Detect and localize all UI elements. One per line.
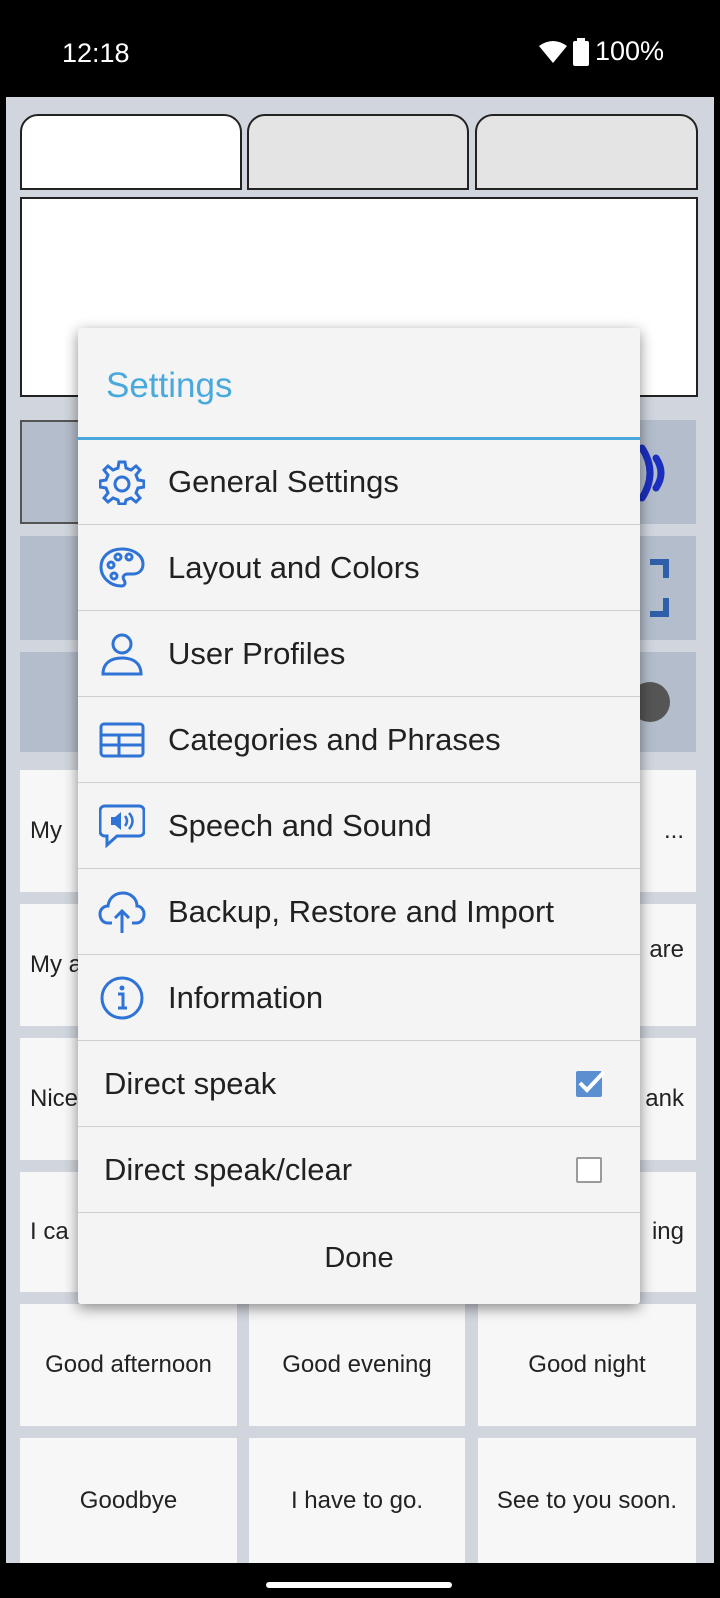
tab-3[interactable] [475, 114, 698, 190]
fullscreen-icon [650, 559, 669, 617]
table-icon [96, 714, 148, 766]
phrase-label: I ca [30, 1218, 69, 1245]
phrase-button[interactable]: I have to go. [249, 1438, 465, 1563]
battery-icon [572, 37, 589, 66]
direct-speak-clear-label: Direct speak/clear [104, 1152, 353, 1187]
menu-item-label: General Settings [168, 464, 399, 499]
status-right: 100% [538, 36, 664, 67]
palette-icon [96, 542, 148, 594]
menu-item-label: Information [168, 980, 324, 1015]
phrase-button[interactable]: Good night [478, 1304, 696, 1426]
menu-item-label: User Profiles [168, 636, 346, 671]
tab-1[interactable] [20, 114, 242, 190]
phrase-label: ing [651, 1218, 684, 1245]
battery-percent: 100% [594, 36, 664, 66]
menu-item-label: Layout and Colors [168, 550, 420, 585]
menu-item-speech-and-sound[interactable]: Speech and Sound [78, 784, 640, 869]
gear-icon [96, 456, 148, 508]
phrase-label: are [649, 936, 684, 963]
menu-item-label: Categories and Phrases [168, 722, 501, 757]
direct-speak-checkbox[interactable] [576, 1070, 606, 1097]
phrase-label: Nice [30, 1085, 79, 1112]
tab-2[interactable] [247, 114, 469, 190]
direct-speak-option[interactable]: Direct speak [78, 1042, 640, 1127]
phrase-label: Good afternoon [45, 1351, 212, 1378]
control-row-3-left[interactable] [20, 652, 80, 752]
phrase-label: Good night [528, 1351, 646, 1378]
phrase-label: My a [30, 951, 83, 978]
cloud-upload-icon [96, 886, 148, 938]
phrase-label: I have to go. [290, 1486, 424, 1514]
menu-item-categories-and-phrases[interactable]: Categories and Phrases [78, 698, 640, 783]
menu-item-user-profiles[interactable]: User Profiles [78, 612, 640, 697]
menu-item-information[interactable]: Information [78, 956, 640, 1041]
direct-speak-label: Direct speak [104, 1066, 277, 1101]
info-icon [96, 972, 148, 1024]
status-bar: 12:18 100% [0, 0, 720, 97]
fullscreen-button[interactable] [640, 536, 696, 640]
phrase-button[interactable]: Good afternoon [20, 1304, 237, 1426]
phrase-button[interactable]: See to you soon. [478, 1438, 696, 1563]
wifi-icon [538, 40, 567, 63]
speak-button[interactable] [638, 420, 696, 524]
phrase-label: Goodbye [79, 1486, 178, 1514]
menu-item-general-settings[interactable]: General Settings [78, 440, 640, 525]
settings-button[interactable] [640, 652, 696, 752]
gear-icon [640, 682, 670, 722]
done-button[interactable]: Done [78, 1212, 640, 1304]
status-time: 12:18 [62, 38, 130, 68]
control-row-2-left[interactable] [20, 536, 80, 640]
direct-speak-clear-checkbox[interactable] [576, 1157, 602, 1183]
phrase-label: My [30, 817, 62, 844]
navigation-bar [0, 1563, 720, 1598]
phrase-button[interactable]: Goodbye [20, 1438, 237, 1563]
phrase-label: See to you soon. [496, 1486, 678, 1514]
dialog-title: Settings [106, 366, 233, 405]
menu-item-label: Speech and Sound [168, 808, 432, 843]
speaker-waves-icon [638, 444, 665, 502]
phrase-button[interactable]: Good evening [249, 1304, 465, 1426]
phrase-label: ... [663, 817, 684, 844]
checkmark-icon [578, 1070, 606, 1093]
settings-dialog: Settings General Settings Layout and Col… [78, 328, 640, 1304]
speech-bubble-icon [96, 800, 148, 852]
clear-button[interactable] [20, 420, 80, 524]
phrase-label: ank [645, 1085, 684, 1112]
home-indicator[interactable] [266, 1582, 452, 1588]
menu-item-backup-restore-import[interactable]: Backup, Restore and Import [78, 870, 640, 955]
direct-speak-clear-option[interactable]: Direct speak/clear [78, 1128, 640, 1213]
menu-item-layout-and-colors[interactable]: Layout and Colors [78, 526, 640, 611]
phrase-label: Good evening [282, 1351, 432, 1378]
user-icon [96, 628, 148, 680]
menu-item-label: Backup, Restore and Import [168, 894, 554, 929]
